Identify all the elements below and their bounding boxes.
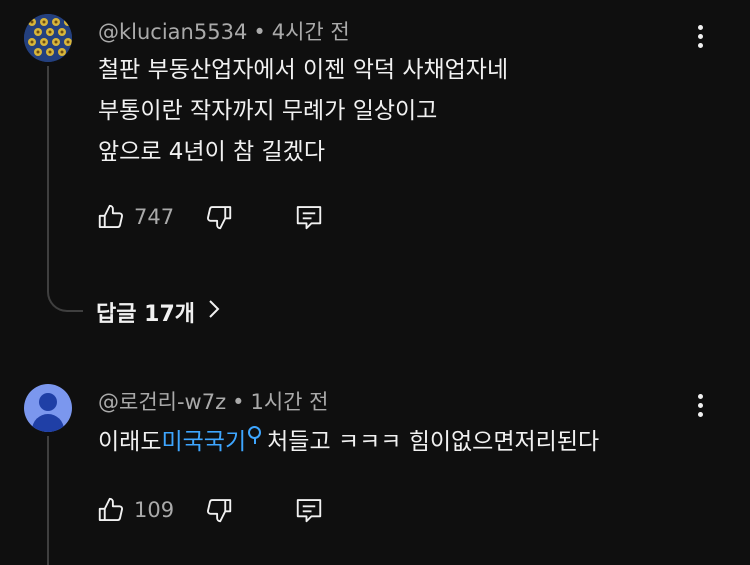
thread-line — [47, 436, 49, 565]
thumb-up-icon — [96, 202, 126, 232]
thread-line — [47, 66, 49, 291]
search-link[interactable]: 미국국기 — [161, 429, 246, 455]
like-button[interactable]: 109 — [96, 495, 198, 525]
separator: • — [253, 20, 266, 44]
comment-text: 이래도미국국기 처들고 ㅋㅋㅋ 힘이없으면저리된다 — [98, 422, 599, 463]
reply-icon[interactable] — [294, 495, 324, 525]
separator: • — [232, 390, 245, 414]
comment-text: 철판 부동산업자에서 이젠 악덕 사채업자네 부통이란 작자까지 무례가 일상이… — [98, 50, 508, 173]
view-replies-button[interactable]: 답글 17개 — [96, 296, 221, 328]
avatar[interactable] — [24, 14, 72, 62]
username[interactable]: @klucian5534 — [98, 20, 247, 44]
more-vert-icon[interactable] — [690, 394, 710, 422]
chevron-right-icon — [207, 298, 221, 326]
more-vert-icon[interactable] — [690, 25, 710, 53]
comment-text-before: 이래도 — [98, 429, 162, 455]
comment-line: 부통이란 작자까지 무례가 일상이고 — [98, 98, 438, 124]
comment-line: 철판 부동산업자에서 이젠 악덕 사채업자네 — [98, 57, 509, 83]
thumb-up-icon — [96, 495, 126, 525]
comment-header: @klucian5534 • 4시간 전 — [98, 16, 350, 46]
comments-section: @klucian5534 • 4시간 전 철판 부동산업자에서 이젠 악덕 사채업자… — [0, 0, 750, 565]
reply-icon[interactable] — [294, 202, 324, 232]
action-bar: 747 — [96, 200, 324, 234]
thumb-down-icon[interactable] — [204, 202, 234, 232]
thumb-down-icon[interactable] — [204, 495, 234, 525]
comment: @로건리-w7z • 1시간 전 이래도미국국기 처들고 ㅋㅋㅋ 힘이없으면저리된다 … — [0, 370, 750, 565]
username[interactable]: @로건리-w7z — [98, 390, 226, 414]
comment-header: @로건리-w7z • 1시간 전 — [98, 386, 329, 416]
timestamp[interactable]: 1시간 전 — [251, 390, 329, 414]
action-bar: 109 — [96, 493, 324, 527]
like-button[interactable]: 747 — [96, 202, 198, 232]
timestamp[interactable]: 4시간 전 — [272, 20, 350, 44]
like-count: 109 — [134, 498, 175, 522]
avatar[interactable] — [24, 384, 72, 432]
comment-text-after: 처들고 ㅋㅋㅋ 힘이없으면저리된다 — [267, 429, 600, 455]
replies-label: 답글 17개 — [96, 302, 195, 327]
search-icon[interactable] — [248, 426, 262, 444]
comment-line: 앞으로 4년이 참 길겠다 — [98, 139, 326, 165]
like-count: 747 — [134, 205, 175, 229]
thread-connector — [47, 280, 83, 312]
comment: @klucian5534 • 4시간 전 철판 부동산업자에서 이젠 악덕 사채업자… — [0, 0, 750, 350]
